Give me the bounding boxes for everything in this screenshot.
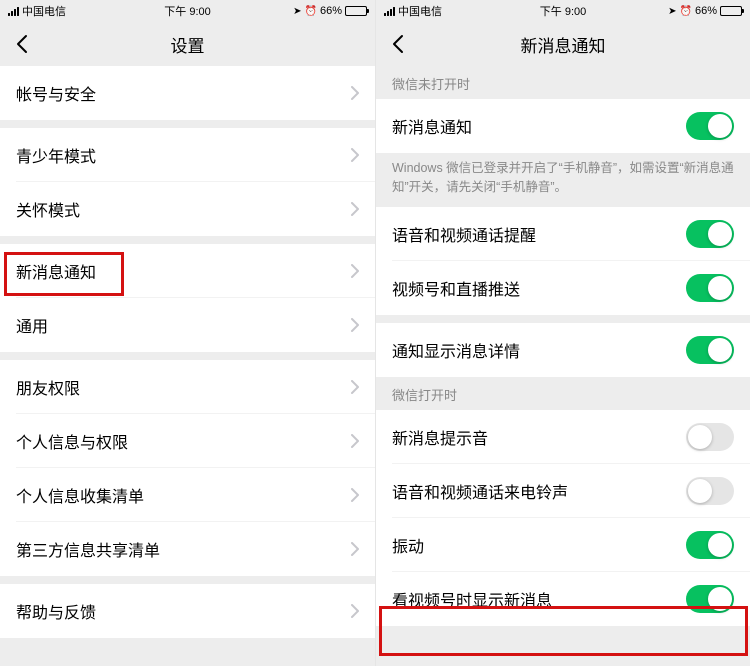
chevron-right-icon [351, 434, 359, 448]
toggle-switch[interactable] [686, 220, 734, 248]
nav-bar: 设置 [0, 22, 375, 66]
status-time: 下午 9:00 [0, 3, 375, 19]
cell-label: 关怀模式 [16, 197, 80, 221]
cell-label: 新消息提示音 [392, 425, 488, 449]
cell-help-feedback[interactable]: 帮助与反馈 [0, 584, 375, 638]
cell-label: 通知显示消息详情 [392, 338, 520, 362]
chevron-right-icon [351, 202, 359, 216]
nav-bar: 新消息通知 [376, 22, 750, 66]
cell-new-msg-sound: 新消息提示音 [376, 410, 750, 464]
chevron-right-icon [351, 86, 359, 100]
toggle-switch[interactable] [686, 274, 734, 302]
cell-label: 青少年模式 [16, 143, 96, 167]
cell-label: 新消息通知 [16, 259, 96, 283]
toggle-switch[interactable] [686, 112, 734, 140]
chevron-right-icon [351, 264, 359, 278]
toggle-switch[interactable] [686, 585, 734, 613]
cell-label: 看视频号时显示新消息 [392, 587, 552, 611]
cell-label: 语音和视频通话提醒 [392, 222, 536, 246]
chevron-right-icon [351, 148, 359, 162]
chevron-left-icon [392, 34, 404, 54]
section-header-closed: 微信未打开时 [376, 66, 750, 99]
chevron-right-icon [351, 604, 359, 618]
battery-icon [345, 6, 367, 16]
cell-call-ringtone: 语音和视频通话来电铃声 [376, 464, 750, 518]
cell-account-security[interactable]: 帐号与安全 [0, 66, 375, 120]
left-phone: 中国电信 下午 9:00 ➤ ⏰ 66% 设置 帐号与安全 青少年模式 [0, 0, 375, 666]
toggle-switch[interactable] [686, 336, 734, 364]
cell-third-party-share[interactable]: 第三方信息共享清单 [0, 522, 375, 576]
cell-label: 第三方信息共享清单 [16, 537, 160, 561]
right-phone: 中国电信 下午 9:00 ➤ ⏰ 66% 新消息通知 微信未打开时 新消息通知 … [375, 0, 750, 666]
chevron-right-icon [351, 380, 359, 394]
status-bar: 中国电信 下午 9:00 ➤ ⏰ 66% [376, 0, 750, 22]
status-time: 下午 9:00 [376, 3, 750, 19]
cell-show-msg-detail: 通知显示消息详情 [376, 323, 750, 377]
cell-label: 振动 [392, 533, 424, 557]
cell-label: 朋友权限 [16, 375, 80, 399]
section-hint: Windows 微信已登录并开启了“手机静音”，如需设置“新消息通知”开关，请先… [376, 153, 750, 207]
chevron-right-icon [351, 542, 359, 556]
cell-new-message-notify[interactable]: 新消息通知 [0, 244, 375, 298]
cell-vibrate: 振动 [376, 518, 750, 572]
cell-label: 通用 [16, 313, 48, 337]
cell-voice-video-remind: 语音和视频通话提醒 [376, 207, 750, 261]
cell-show-msg-in-channels: 看视频号时显示新消息 [376, 572, 750, 626]
notify-settings-list[interactable]: 微信未打开时 新消息通知 Windows 微信已登录并开启了“手机静音”，如需设… [376, 66, 750, 666]
cell-general[interactable]: 通用 [0, 298, 375, 352]
cell-new-msg-notify-toggle: 新消息通知 [376, 99, 750, 153]
page-title: 设置 [0, 32, 375, 57]
toggle-switch[interactable] [686, 531, 734, 559]
back-button[interactable] [0, 22, 44, 66]
cell-label: 个人信息与权限 [16, 429, 128, 453]
cell-label: 帐号与安全 [16, 81, 96, 105]
cell-personal-info-permission[interactable]: 个人信息与权限 [0, 414, 375, 468]
cell-youth-mode[interactable]: 青少年模式 [0, 128, 375, 182]
chevron-right-icon [351, 318, 359, 332]
cell-label: 帮助与反馈 [16, 599, 96, 623]
cell-channels-push: 视频号和直播推送 [376, 261, 750, 315]
page-title: 新消息通知 [376, 32, 750, 57]
status-bar: 中国电信 下午 9:00 ➤ ⏰ 66% [0, 0, 375, 22]
chevron-right-icon [351, 488, 359, 502]
section-header-open: 微信打开时 [376, 377, 750, 410]
toggle-switch[interactable] [686, 423, 734, 451]
settings-list[interactable]: 帐号与安全 青少年模式 关怀模式 新消息通知 通用 [0, 66, 375, 666]
cell-personal-info-collection[interactable]: 个人信息收集清单 [0, 468, 375, 522]
cell-care-mode[interactable]: 关怀模式 [0, 182, 375, 236]
back-button[interactable] [376, 22, 420, 66]
toggle-switch[interactable] [686, 477, 734, 505]
battery-icon [720, 6, 742, 16]
cell-label: 个人信息收集清单 [16, 483, 144, 507]
cell-label: 视频号和直播推送 [392, 276, 520, 300]
cell-friend-permission[interactable]: 朋友权限 [0, 360, 375, 414]
chevron-left-icon [16, 34, 28, 54]
cell-label: 语音和视频通话来电铃声 [392, 479, 568, 503]
cell-label: 新消息通知 [392, 114, 472, 138]
